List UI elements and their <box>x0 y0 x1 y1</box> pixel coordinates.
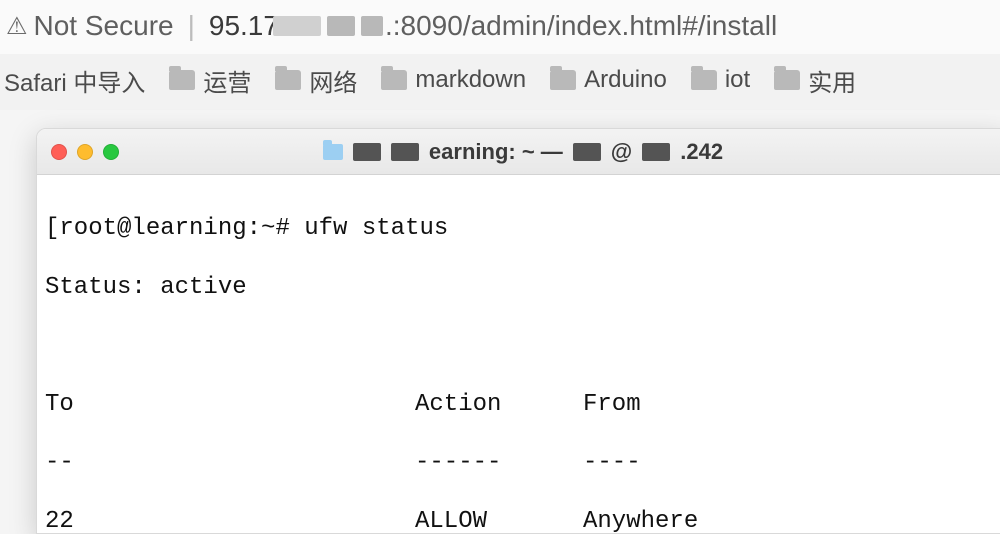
bookmark-label: 运营 <box>203 63 251 98</box>
bookmark-iot[interactable]: iot <box>691 66 750 94</box>
folder-icon <box>550 70 576 90</box>
folder-icon <box>169 70 195 90</box>
prompt: root@learning:~# <box>59 215 289 242</box>
window-title: earning: ~ — @ .242 <box>37 139 1000 165</box>
table-header: ToActionFrom <box>45 390 1000 419</box>
redacted-block <box>642 143 670 161</box>
redacted-block <box>573 143 601 161</box>
warning-icon: ⚠︎ <box>6 12 28 41</box>
url-path: .:8090/admin/index.html#/install <box>385 10 777 42</box>
bookmark-label: Safari 中导入 <box>4 63 145 98</box>
redacted-block <box>353 143 381 161</box>
title-text: @ <box>611 139 632 165</box>
redacted-block <box>391 143 419 161</box>
redacted-block <box>327 16 355 36</box>
bookmark-label: 实用 <box>808 63 856 98</box>
close-icon[interactable] <box>51 144 67 160</box>
title-text: .242 <box>680 139 723 165</box>
table-underline: ------------ <box>45 448 1000 477</box>
bookmark-arduino[interactable]: Arduino <box>550 66 667 94</box>
col-from: From <box>583 390 1000 419</box>
address-bar[interactable]: ⚠︎ Not Secure | 95.17 .:8090/admin/index… <box>0 0 1000 54</box>
bookmark-practical[interactable]: 实用 <box>774 63 856 98</box>
folder-icon <box>275 70 301 90</box>
separator: | <box>188 10 195 42</box>
redacted-block <box>361 16 383 36</box>
folder-icon <box>774 70 800 90</box>
command: ufw status <box>304 215 448 242</box>
bookmark-markdown[interactable]: markdown <box>381 66 526 94</box>
folder-icon <box>381 70 407 90</box>
zoom-icon[interactable] <box>103 144 119 160</box>
titlebar[interactable]: earning: ~ — @ .242 <box>37 129 1000 175</box>
redacted-block <box>273 16 321 36</box>
url-ip-fragment: 95.17 <box>209 10 279 42</box>
table-row: 22ALLOWAnywhere <box>45 507 1000 533</box>
bookmark-label: 网络 <box>309 63 357 98</box>
bookmark-safari-import[interactable]: Safari 中导入 <box>4 63 145 98</box>
home-folder-icon <box>323 144 343 160</box>
not-secure-label: Not Secure <box>34 10 174 42</box>
bookmark-network[interactable]: 网络 <box>275 63 357 98</box>
terminal-body[interactable]: [root@learning:~# ufw status Status: act… <box>37 175 1000 533</box>
bookmark-operations[interactable]: 运营 <box>169 63 251 98</box>
bookmark-label: markdown <box>415 66 526 94</box>
title-text: earning: ~ — <box>429 139 563 165</box>
col-action: Action <box>415 390 583 419</box>
bookmarks-bar: Safari 中导入 运营 网络 markdown Arduino iot 实用 <box>0 54 1000 110</box>
terminal-window: earning: ~ — @ .242 [root@learning:~# uf… <box>36 128 1000 534</box>
minimize-icon[interactable] <box>77 144 93 160</box>
folder-icon <box>691 70 717 90</box>
bookmark-label: Arduino <box>584 66 667 94</box>
status-line: Status: active <box>45 273 1000 302</box>
bookmark-label: iot <box>725 66 750 94</box>
col-to: To <box>45 390 415 419</box>
